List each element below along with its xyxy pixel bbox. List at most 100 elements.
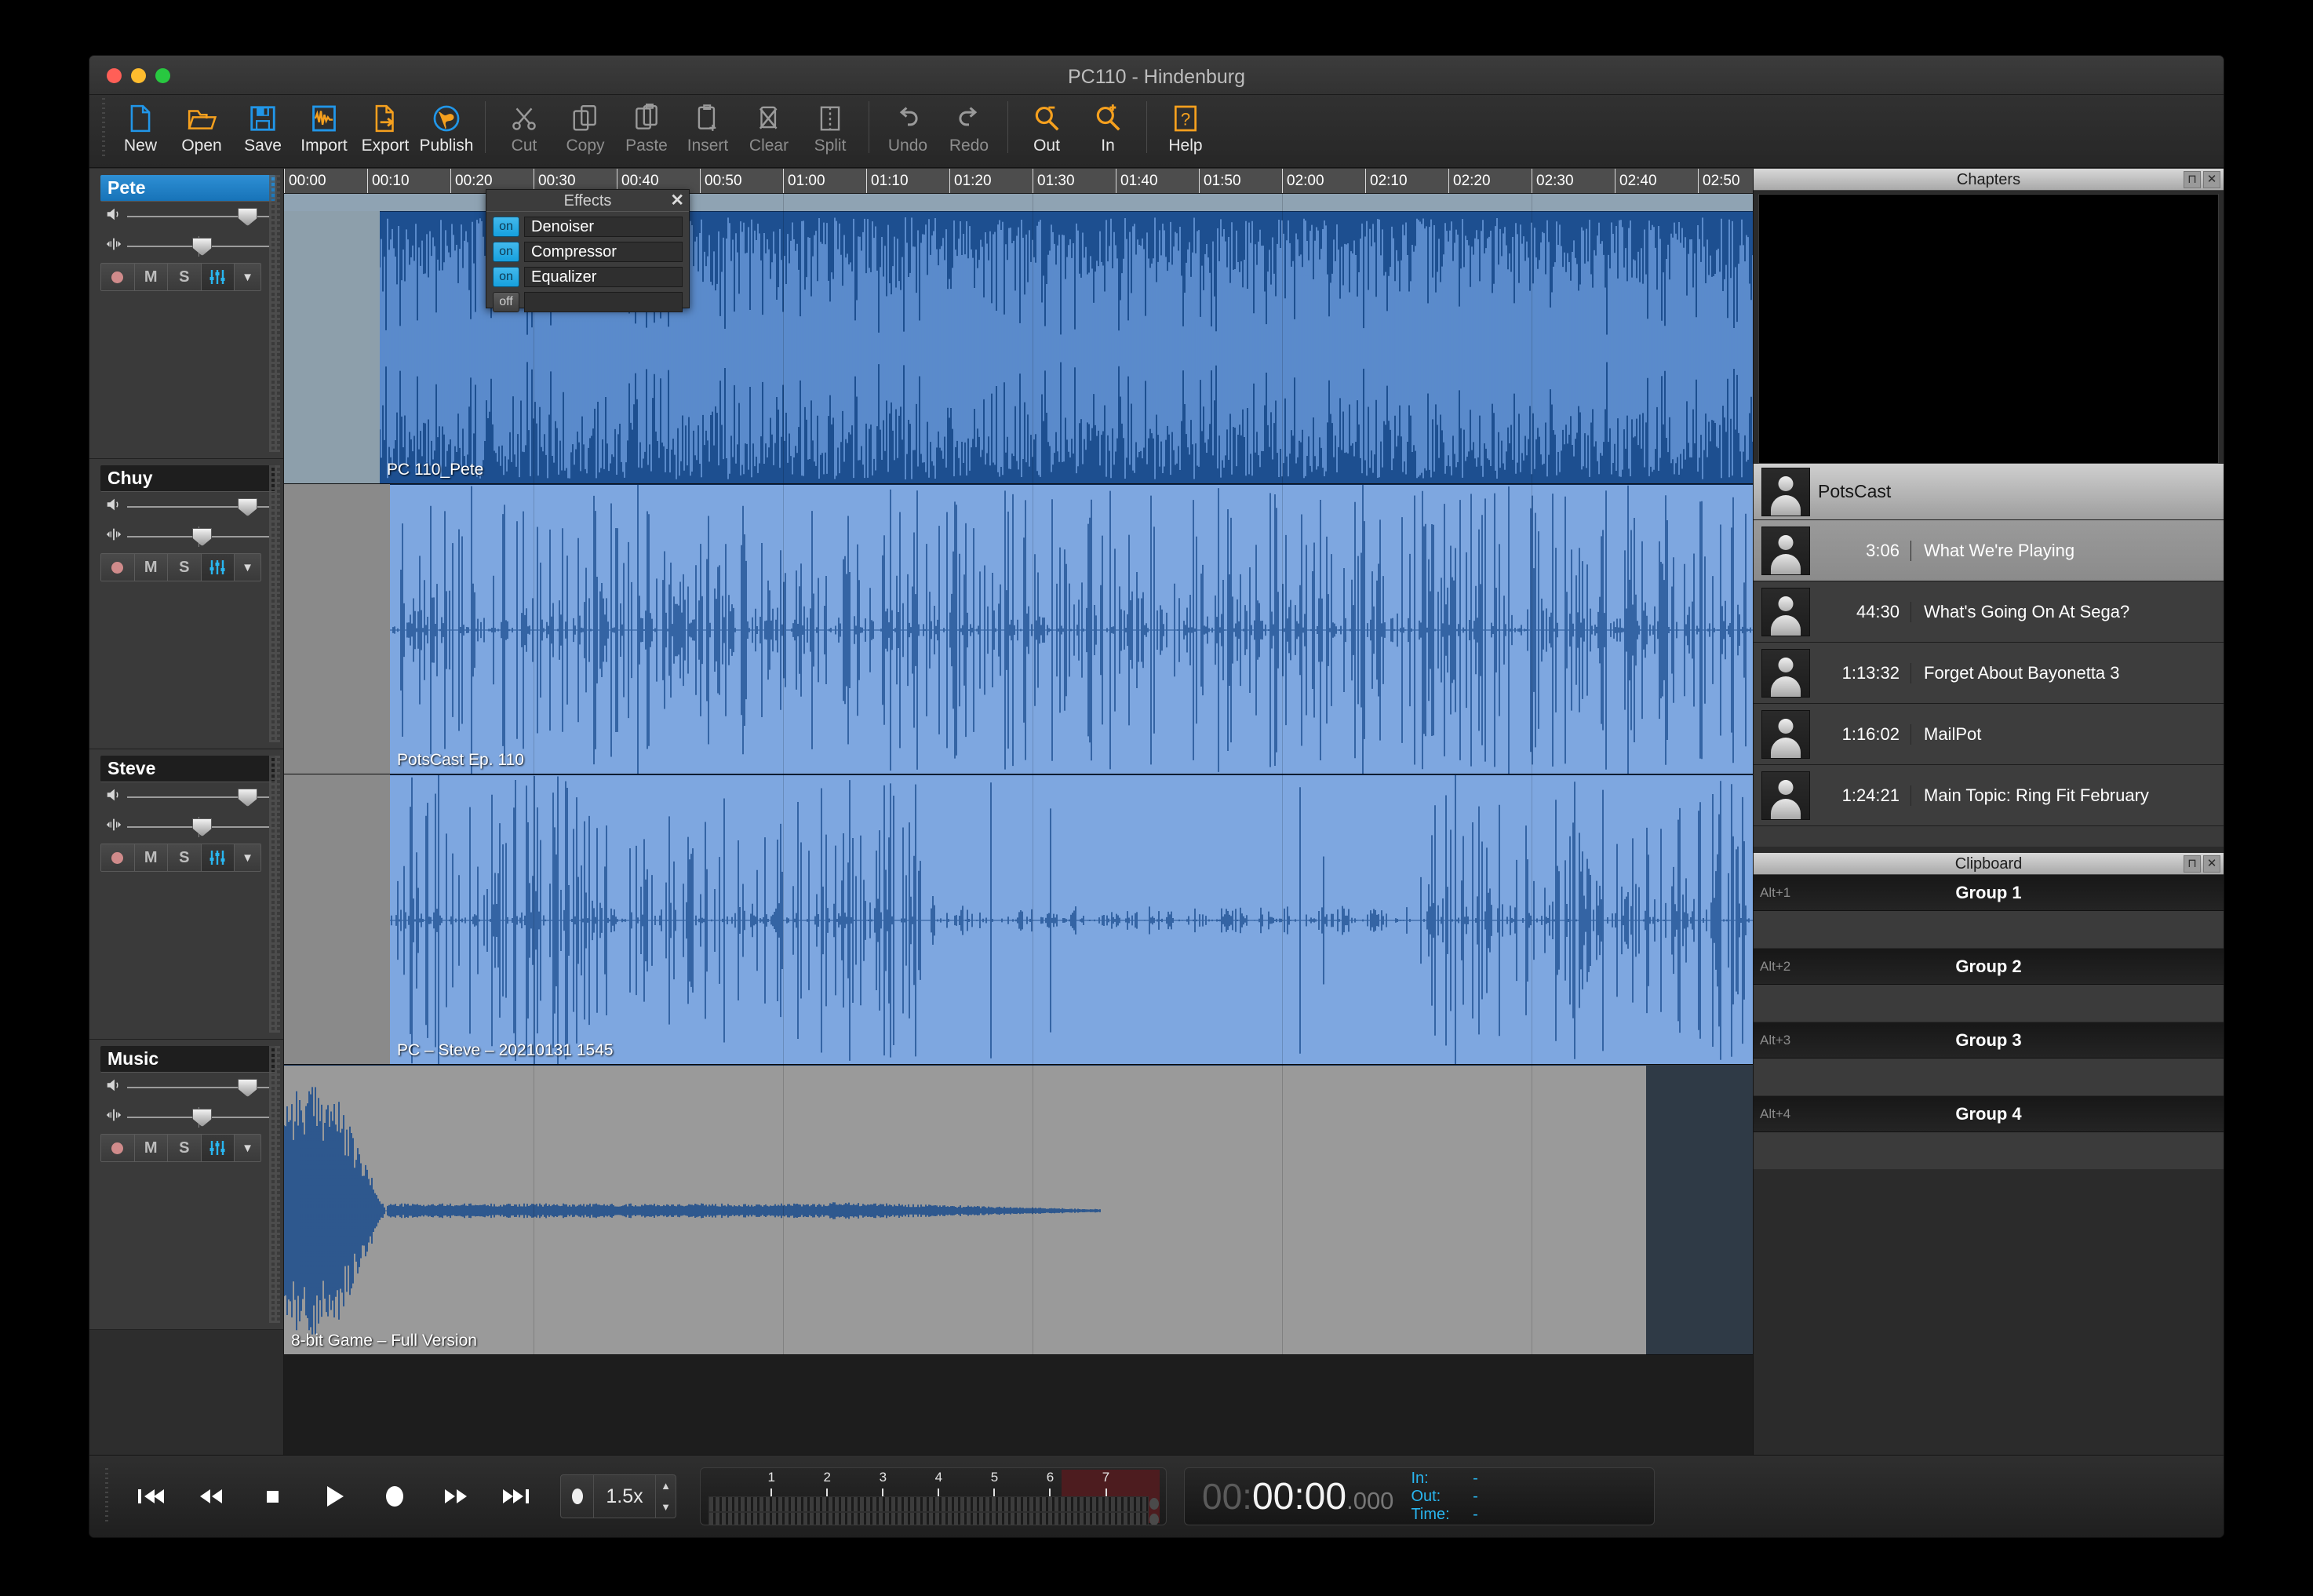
out-button[interactable]: Out: [1016, 95, 1077, 158]
solo-button[interactable]: S: [168, 554, 202, 581]
slider-knob[interactable]: [192, 238, 213, 256]
timecode-display[interactable]: 00 : 00:00 . 000 In: Out: Time: - - -: [1184, 1467, 1655, 1525]
volume-slider[interactable]: [127, 494, 269, 520]
clipboard-group-header[interactable]: Alt+4 Group 4: [1754, 1096, 2224, 1132]
undo-button[interactable]: Undo: [877, 95, 938, 158]
skip-to-end-button[interactable]: [486, 1468, 548, 1525]
effect-name[interactable]: Equalizer: [524, 267, 683, 287]
insert-button[interactable]: Insert: [677, 95, 738, 158]
pan-slider[interactable]: [127, 233, 269, 260]
chapter-row[interactable]: 1:16:02 MailPot: [1754, 704, 2224, 765]
close-icon[interactable]: ✕: [670, 192, 684, 210]
track-header-music[interactable]: Music M S ▼: [89, 1040, 283, 1330]
toolbar-drag-grip[interactable]: [100, 98, 110, 159]
skip-to-start-button[interactable]: [119, 1468, 180, 1525]
record-button[interactable]: [364, 1468, 425, 1525]
clipboard-group-slot[interactable]: [1754, 1059, 2224, 1096]
publish-button[interactable]: Publish: [416, 95, 477, 158]
in-button[interactable]: In: [1077, 95, 1138, 158]
playback-speed-control[interactable]: 1.5x ▲ ▼: [560, 1474, 676, 1518]
solo-button[interactable]: S: [168, 844, 202, 871]
effect-power-toggle[interactable]: on: [493, 217, 519, 237]
effect-power-toggle[interactable]: on: [493, 267, 519, 287]
transport-drag-grip[interactable]: [104, 1468, 113, 1525]
effects-panel[interactable]: Effects ✕ on Denoiser on Compressor on Equali…: [486, 189, 690, 312]
effect-name[interactable]: [524, 292, 683, 312]
track-name-field[interactable]: Chuy: [100, 465, 275, 492]
speed-toggle-icon[interactable]: [561, 1475, 594, 1518]
pan-slider[interactable]: [127, 814, 269, 840]
audio-clip[interactable]: 8-bit Game – Full Version: [284, 1065, 1646, 1354]
effects-button[interactable]: [201, 554, 235, 581]
track-name-field[interactable]: Pete: [100, 175, 275, 202]
clipboard-group-header[interactable]: Alt+1 Group 1: [1754, 875, 2224, 911]
fast-forward-button[interactable]: [425, 1468, 486, 1525]
effect-power-toggle[interactable]: on: [493, 242, 519, 262]
track-resize-grip[interactable]: [269, 756, 280, 1033]
clear-button[interactable]: Clear: [738, 95, 800, 158]
chapter-artwork[interactable]: [1758, 194, 2219, 464]
slider-knob[interactable]: [238, 208, 258, 226]
track-header-steve[interactable]: Steve M S ▼: [89, 749, 283, 1040]
track-resize-grip[interactable]: [269, 175, 280, 452]
track-menu-button[interactable]: ▼: [235, 1135, 260, 1161]
record-arm-button[interactable]: [101, 554, 135, 581]
volume-slider[interactable]: [127, 203, 269, 230]
effect-name[interactable]: Compressor: [524, 242, 683, 262]
track-lane-chuy[interactable]: PotsCast Ep. 110: [284, 484, 1753, 774]
record-arm-button[interactable]: [101, 264, 135, 290]
paste-button[interactable]: Paste: [616, 95, 677, 158]
save-button[interactable]: Save: [232, 95, 293, 158]
import-button[interactable]: Import: [293, 95, 355, 158]
speed-up-icon[interactable]: ▲: [656, 1475, 676, 1496]
copy-button[interactable]: Copy: [555, 95, 616, 158]
stop-button[interactable]: [242, 1468, 303, 1525]
clipboard-group-slot[interactable]: [1754, 911, 2224, 949]
pin-icon[interactable]: ⊓: [2184, 855, 2201, 873]
effects-button[interactable]: [201, 1135, 235, 1161]
mute-button[interactable]: M: [134, 844, 168, 871]
slider-knob[interactable]: [192, 528, 213, 546]
audio-clip[interactable]: PotsCast Ep. 110: [390, 484, 1753, 774]
track-header-chuy[interactable]: Chuy M S ▼: [89, 459, 283, 749]
slider-knob[interactable]: [238, 789, 258, 807]
mute-button[interactable]: M: [134, 264, 168, 290]
effect-power-toggle[interactable]: off: [493, 292, 519, 312]
redo-button[interactable]: Redo: [938, 95, 1000, 158]
solo-button[interactable]: S: [168, 264, 202, 290]
rewind-button[interactable]: [180, 1468, 242, 1525]
effects-button[interactable]: [201, 844, 235, 871]
chapter-row[interactable]: 44:30 What's Going On At Sega?: [1754, 581, 2224, 643]
timeline-area[interactable]: 00:00 00:10 00:20 00:30 00:40 00:50 01:00 01:10…: [284, 169, 1753, 1455]
pin-icon[interactable]: ⊓: [2184, 171, 2201, 188]
track-lane-steve[interactable]: PC – Steve – 20210131 1545: [284, 774, 1753, 1065]
track-lane-music[interactable]: 8-bit Game – Full Version: [284, 1065, 1753, 1355]
effects-button[interactable]: [201, 264, 235, 290]
record-arm-button[interactable]: [101, 844, 135, 871]
track-header-pete[interactable]: Pete M S ▼: [89, 169, 283, 459]
effect-name[interactable]: Denoiser: [524, 217, 683, 237]
slider-knob[interactable]: [238, 498, 258, 516]
split-button[interactable]: Split: [800, 95, 861, 158]
speed-stepper[interactable]: ▲ ▼: [655, 1475, 676, 1518]
track-name-field[interactable]: Steve: [100, 756, 275, 782]
speed-down-icon[interactable]: ▼: [656, 1496, 676, 1518]
volume-slider[interactable]: [127, 1074, 269, 1101]
chapter-row[interactable]: 1:24:21 Main Topic: Ring Fit February: [1754, 765, 2224, 826]
play-button[interactable]: [303, 1468, 364, 1525]
track-menu-button[interactable]: ▼: [235, 844, 260, 871]
track-resize-grip[interactable]: [269, 1046, 280, 1323]
new-button[interactable]: New: [110, 95, 171, 158]
record-arm-button[interactable]: [101, 1135, 135, 1161]
slider-knob[interactable]: [238, 1079, 258, 1097]
clipboard-group-slot[interactable]: [1754, 1132, 2224, 1170]
pan-slider[interactable]: [127, 1104, 269, 1131]
mute-button[interactable]: M: [134, 554, 168, 581]
export-button[interactable]: Export: [355, 95, 416, 158]
chapter-show-row[interactable]: PotsCast: [1754, 464, 2224, 520]
close-icon[interactable]: ✕: [2203, 855, 2220, 873]
track-name-field[interactable]: Music: [100, 1046, 275, 1073]
solo-button[interactable]: S: [168, 1135, 202, 1161]
speed-value[interactable]: 1.5x: [594, 1475, 655, 1518]
clipboard-group-slot[interactable]: [1754, 985, 2224, 1022]
